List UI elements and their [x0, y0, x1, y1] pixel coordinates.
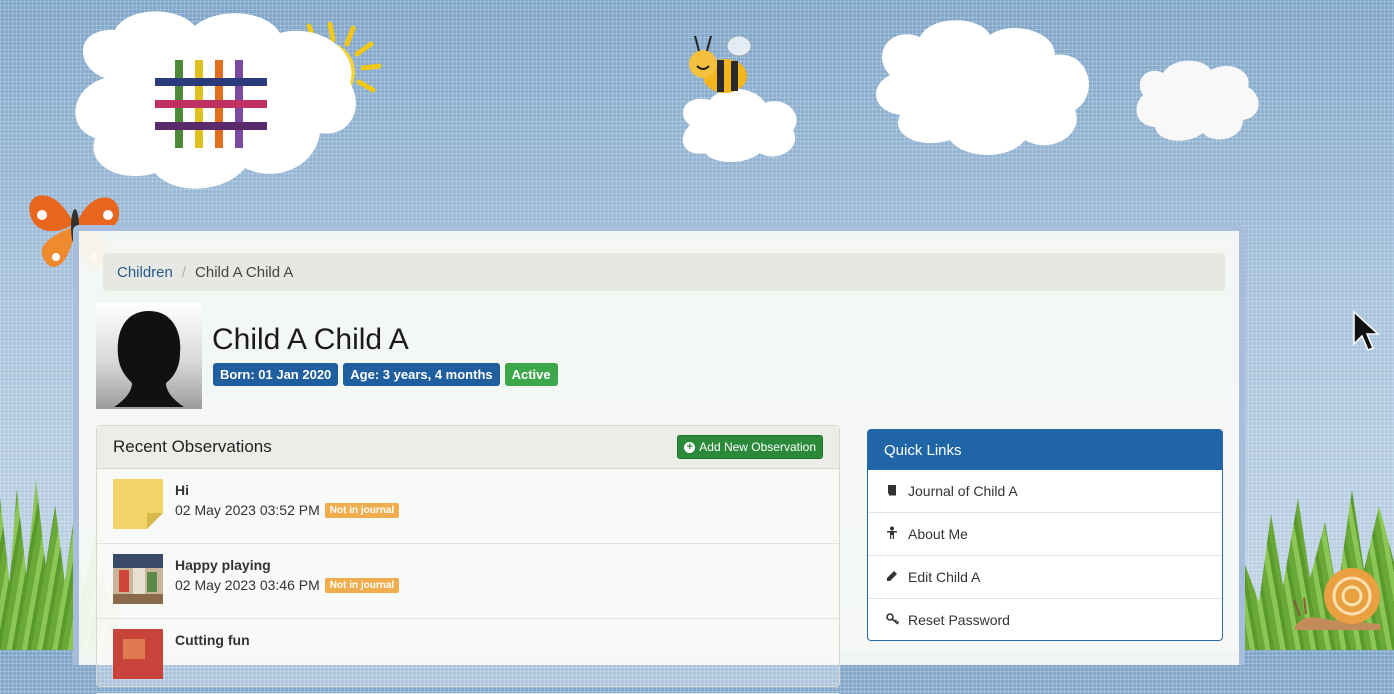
quick-link-label: About Me — [908, 526, 968, 542]
bee-icon — [683, 28, 763, 113]
quick-link-label: Edit Child A — [908, 569, 981, 585]
observation-title: Hi — [175, 482, 189, 498]
observation-thumbnail — [113, 629, 163, 679]
head-silhouette-icon — [114, 311, 184, 407]
quick-links-title: Quick Links — [868, 430, 1222, 470]
quick-link-label: Journal of Child A — [908, 483, 1018, 499]
status-badge: Active — [504, 363, 558, 386]
breadcrumb-children-link[interactable]: Children — [117, 264, 173, 281]
observation-date: 02 May 2023 03:46 PM — [175, 577, 320, 593]
quick-link-about-me[interactable]: About Me — [868, 513, 1222, 556]
observation-title: Cutting fun — [175, 632, 250, 648]
observation-date: 02 May 2023 03:52 PM — [175, 502, 320, 518]
observation-thumbnail — [113, 479, 163, 529]
cloud-decoration — [870, 15, 1095, 160]
snail-icon — [1290, 558, 1385, 638]
small-cloud-decoration — [1133, 55, 1263, 150]
key-icon — [886, 612, 902, 628]
not-in-journal-badge: Not in journal — [324, 577, 400, 593]
age-badge: Age: 3 years, 4 months — [343, 363, 500, 386]
mouse-pointer-icon — [1352, 310, 1380, 359]
observation-item[interactable]: Hi 02 May 2023 03:52 PM Not in journal — [97, 469, 839, 544]
observation-title: Happy playing — [175, 557, 271, 573]
recent-observations-panel: Recent Observations + Add New Observatio… — [96, 425, 840, 694]
quick-link-reset-password[interactable]: Reset Password — [868, 599, 1222, 640]
woven-logo-icon — [155, 58, 267, 155]
child-profile-card: Children / Child A Child A Child A Child… — [73, 225, 1245, 694]
profile-badges: Born: 01 Jan 2020 Age: 3 years, 4 months… — [213, 363, 558, 386]
plus-circle-icon: + — [684, 441, 696, 453]
observation-thumbnail — [113, 554, 163, 604]
add-observation-label: Add New Observation — [699, 440, 816, 454]
add-observation-button[interactable]: + Add New Observation — [677, 435, 823, 459]
not-in-journal-badge: Not in journal — [324, 502, 400, 518]
person-icon — [886, 526, 902, 543]
observation-meta: 02 May 2023 03:52 PM Not in journal — [175, 502, 400, 518]
observations-header: Recent Observations + Add New Observatio… — [97, 426, 839, 469]
avatar — [96, 303, 202, 409]
observation-item[interactable]: Cutting fun — [97, 619, 839, 694]
observations-title: Recent Observations — [113, 437, 272, 456]
quick-links-panel: Quick Links Journal of Child A About Me … — [867, 429, 1223, 641]
observation-item[interactable]: Happy playing 02 May 2023 03:46 PM Not i… — [97, 544, 839, 619]
book-icon — [886, 484, 902, 499]
breadcrumb-current: Child A Child A — [195, 263, 294, 281]
born-badge: Born: 01 Jan 2020 — [213, 363, 339, 386]
quick-link-label: Reset Password — [908, 612, 1010, 628]
breadcrumb-separator: / — [181, 263, 187, 281]
breadcrumb: Children / Child A Child A — [103, 253, 1225, 291]
pencil-icon — [886, 570, 902, 585]
page-title: Child A Child A — [212, 323, 409, 356]
quick-link-edit-child[interactable]: Edit Child A — [868, 556, 1222, 599]
quick-link-journal[interactable]: Journal of Child A — [868, 470, 1222, 513]
observation-meta: 02 May 2023 03:46 PM Not in journal — [175, 577, 400, 593]
